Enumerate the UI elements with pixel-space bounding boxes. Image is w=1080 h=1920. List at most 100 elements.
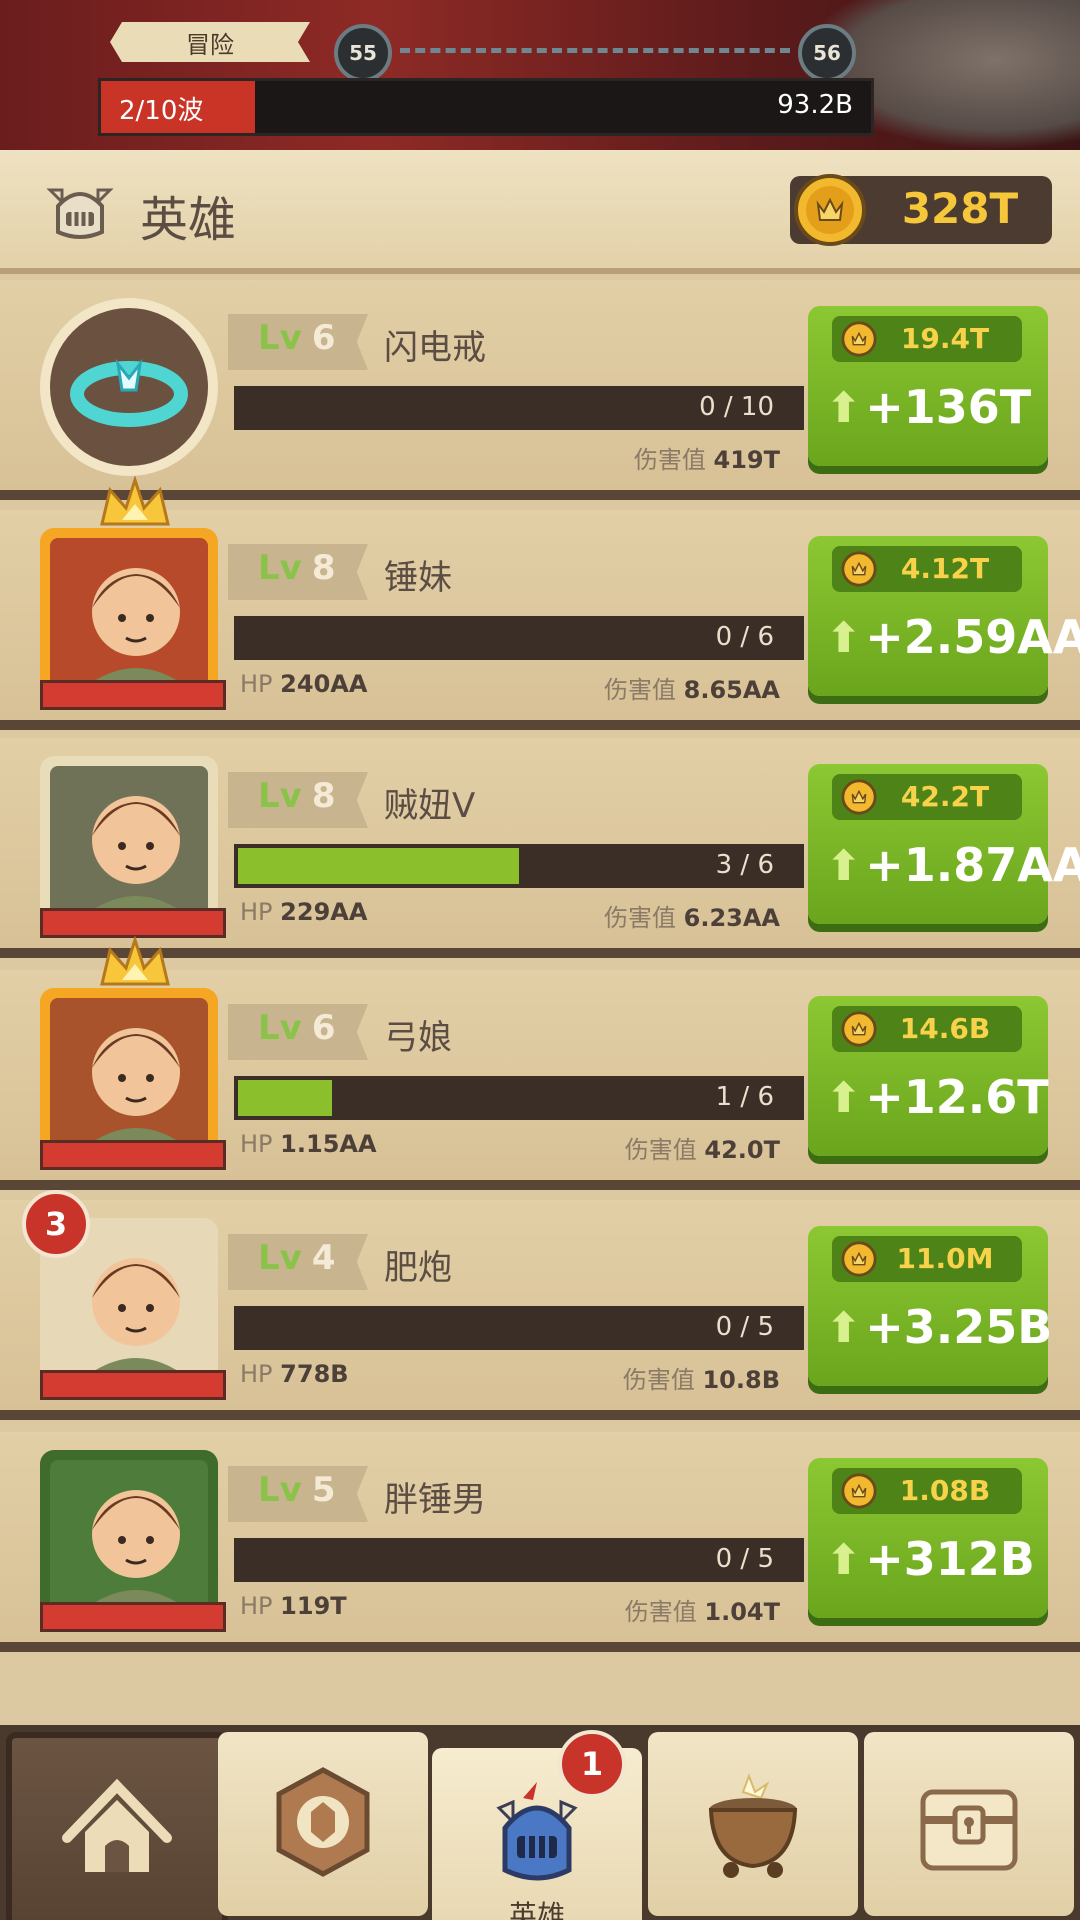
level-progress-bar: 0 / 6 [234, 616, 804, 660]
gold-coin-icon [841, 551, 877, 587]
arrow-up-icon: ⬆ [826, 1534, 862, 1584]
level-value: 6 [311, 318, 336, 358]
upgrade-cost-value: 11.0M [896, 1242, 994, 1275]
next-stage-node: 56 [798, 24, 856, 82]
arrow-up-icon: ⬆ [826, 382, 862, 432]
item-name: 锤妹 [384, 558, 452, 598]
hp-label: HP [240, 1360, 273, 1388]
hero-row: Lv 8 锤妹 0 / 6 HP 240AA 伤害值 8.65AA 4.12T ⬆… [0, 476, 1080, 730]
level-value: 8 [311, 548, 336, 588]
artifact-portrait[interactable] [36, 294, 222, 480]
damage-stat: 伤害值 419T [634, 440, 780, 475]
item-stats: HP 240AA 伤害值 8.65AA [240, 670, 780, 706]
level-prefix: Lv [258, 1238, 302, 1278]
level-progress-text: 1 / 6 [715, 1082, 774, 1112]
damage-value: 42.0T [704, 1136, 780, 1164]
hp-stat: HP 1.15AA [240, 1130, 377, 1158]
upgrade-gain-value: +12.6T [865, 1070, 1049, 1124]
page-title: 英雄 [140, 192, 237, 248]
tab-skills[interactable] [218, 1732, 428, 1916]
upgrade-cost-value: 4.12T [900, 552, 990, 585]
gold-coin-icon [841, 1241, 877, 1277]
stage-tag: 冒险 [110, 22, 310, 62]
upgrade-cost-value: 42.2T [900, 780, 990, 813]
item-stats: HP 229AA 伤害值 6.23AA [240, 898, 780, 934]
stage-path [400, 48, 790, 53]
helmet-icon [496, 1782, 578, 1881]
cauldron-icon [708, 1773, 798, 1878]
hp-label: HP [240, 1592, 273, 1620]
gold-coin-icon [794, 174, 866, 246]
hp-value: 229AA [280, 898, 368, 926]
level-value: 8 [311, 776, 336, 816]
gold-amount: 328T [901, 184, 1019, 233]
item-name: 弓娘 [384, 1018, 452, 1058]
gold-coin-icon [841, 321, 877, 357]
damage-label: 伤害值 [624, 1598, 697, 1626]
damage-label: 伤害值 [633, 446, 706, 474]
upgrade-gain: ⬆ +1.87AA [826, 830, 1080, 900]
damage-label: 伤害值 [622, 1366, 695, 1394]
lightning-ring-icon [40, 298, 218, 476]
arrow-up-icon: ⬆ [826, 1072, 862, 1122]
hp-label: HP [240, 670, 273, 698]
hero-row: Lv 6 弓娘 1 / 6 HP 1.15AA 伤害值 42.0T 14.6B ⬆… [0, 936, 1080, 1190]
level-prefix: Lv [258, 776, 302, 816]
tab-heroes-label: 英雄 [508, 1899, 565, 1920]
item-stats: 伤害值 419T [240, 440, 780, 476]
damage-value: 6.23AA [683, 904, 780, 932]
hp-value: 240AA [280, 670, 368, 698]
level-progress-bar: 0 / 10 [234, 386, 804, 430]
damage-stat: 伤害值 10.8B [623, 1360, 780, 1395]
level-progress-bar: 3 / 6 [234, 844, 804, 888]
level-prefix: Lv [258, 548, 302, 588]
level-progress-text: 0 / 5 [715, 1544, 774, 1574]
upgrade-gain: ⬆ +312B [826, 1524, 1046, 1594]
wave-progress-bar: 2/10波 93.2B [98, 78, 874, 136]
tab-camp[interactable] [6, 1732, 228, 1920]
upgrade-gain: ⬆ +2.59AA [826, 602, 1080, 672]
hero-notification-badge: 3 [22, 1190, 90, 1258]
wave-label: 2/10波 [119, 96, 204, 126]
level-progress-text: 3 / 6 [715, 850, 774, 880]
level-label: Lv 4 [258, 1238, 336, 1278]
hp-label: HP [240, 1130, 273, 1158]
level-prefix: Lv [258, 1470, 302, 1510]
item-stats: HP 778B 伤害值 10.8B [240, 1360, 780, 1396]
damage-label: 伤害值 [603, 904, 676, 932]
level-label: Lv 8 [258, 548, 336, 588]
tab-cauldron[interactable] [648, 1732, 858, 1916]
level-value: 4 [311, 1238, 336, 1278]
hp-label: HP [240, 898, 273, 926]
level-progress-text: 0 / 5 [715, 1312, 774, 1342]
item-name: 闪电戒 [384, 328, 486, 368]
damage-value: 8.65AA [683, 676, 780, 704]
arrow-up-icon: ⬆ [826, 612, 862, 662]
level-label: Lv 8 [258, 776, 336, 816]
current-stage-node: 55 [334, 24, 392, 82]
level-label: Lv 5 [258, 1470, 336, 1510]
hp-stat: HP 119T [240, 1592, 347, 1620]
level-progress-fill [238, 1080, 332, 1116]
upgrade-gain: ⬆ +136T [826, 372, 1046, 442]
upgrade-cost-value: 19.4T [900, 322, 990, 355]
upgrade-gain-value: +136T [865, 380, 1032, 434]
tab-heroes-badge: 1 [558, 1730, 626, 1798]
hp-stat: HP 778B [240, 1360, 349, 1388]
upgrade-cost-value: 1.08B [899, 1474, 991, 1507]
chest-icon [920, 1789, 1018, 1871]
item-name: 肥炮 [384, 1248, 452, 1288]
upgrade-gain: ⬆ +3.25B [826, 1292, 1052, 1362]
damage-value: 10.8B [702, 1366, 780, 1394]
artifact-row: Lv 6 闪电戒 0 / 10 伤害值 419T 19.4T ⬆ +136T [0, 280, 1080, 500]
boss-hp: 93.2B [777, 90, 853, 120]
gold-coin-icon [841, 1473, 877, 1509]
skill-icon [276, 1767, 370, 1877]
tab-chest[interactable] [864, 1732, 1074, 1916]
upgrade-gain-value: +1.87AA [865, 838, 1080, 892]
damage-stat: 伤害值 1.04T [625, 1592, 780, 1627]
hero-hp-bar [40, 680, 226, 710]
upgrade-gain-value: +3.25B [865, 1300, 1053, 1354]
damage-stat: 伤害值 8.65AA [604, 670, 780, 705]
damage-value: 1.04T [704, 1598, 780, 1626]
